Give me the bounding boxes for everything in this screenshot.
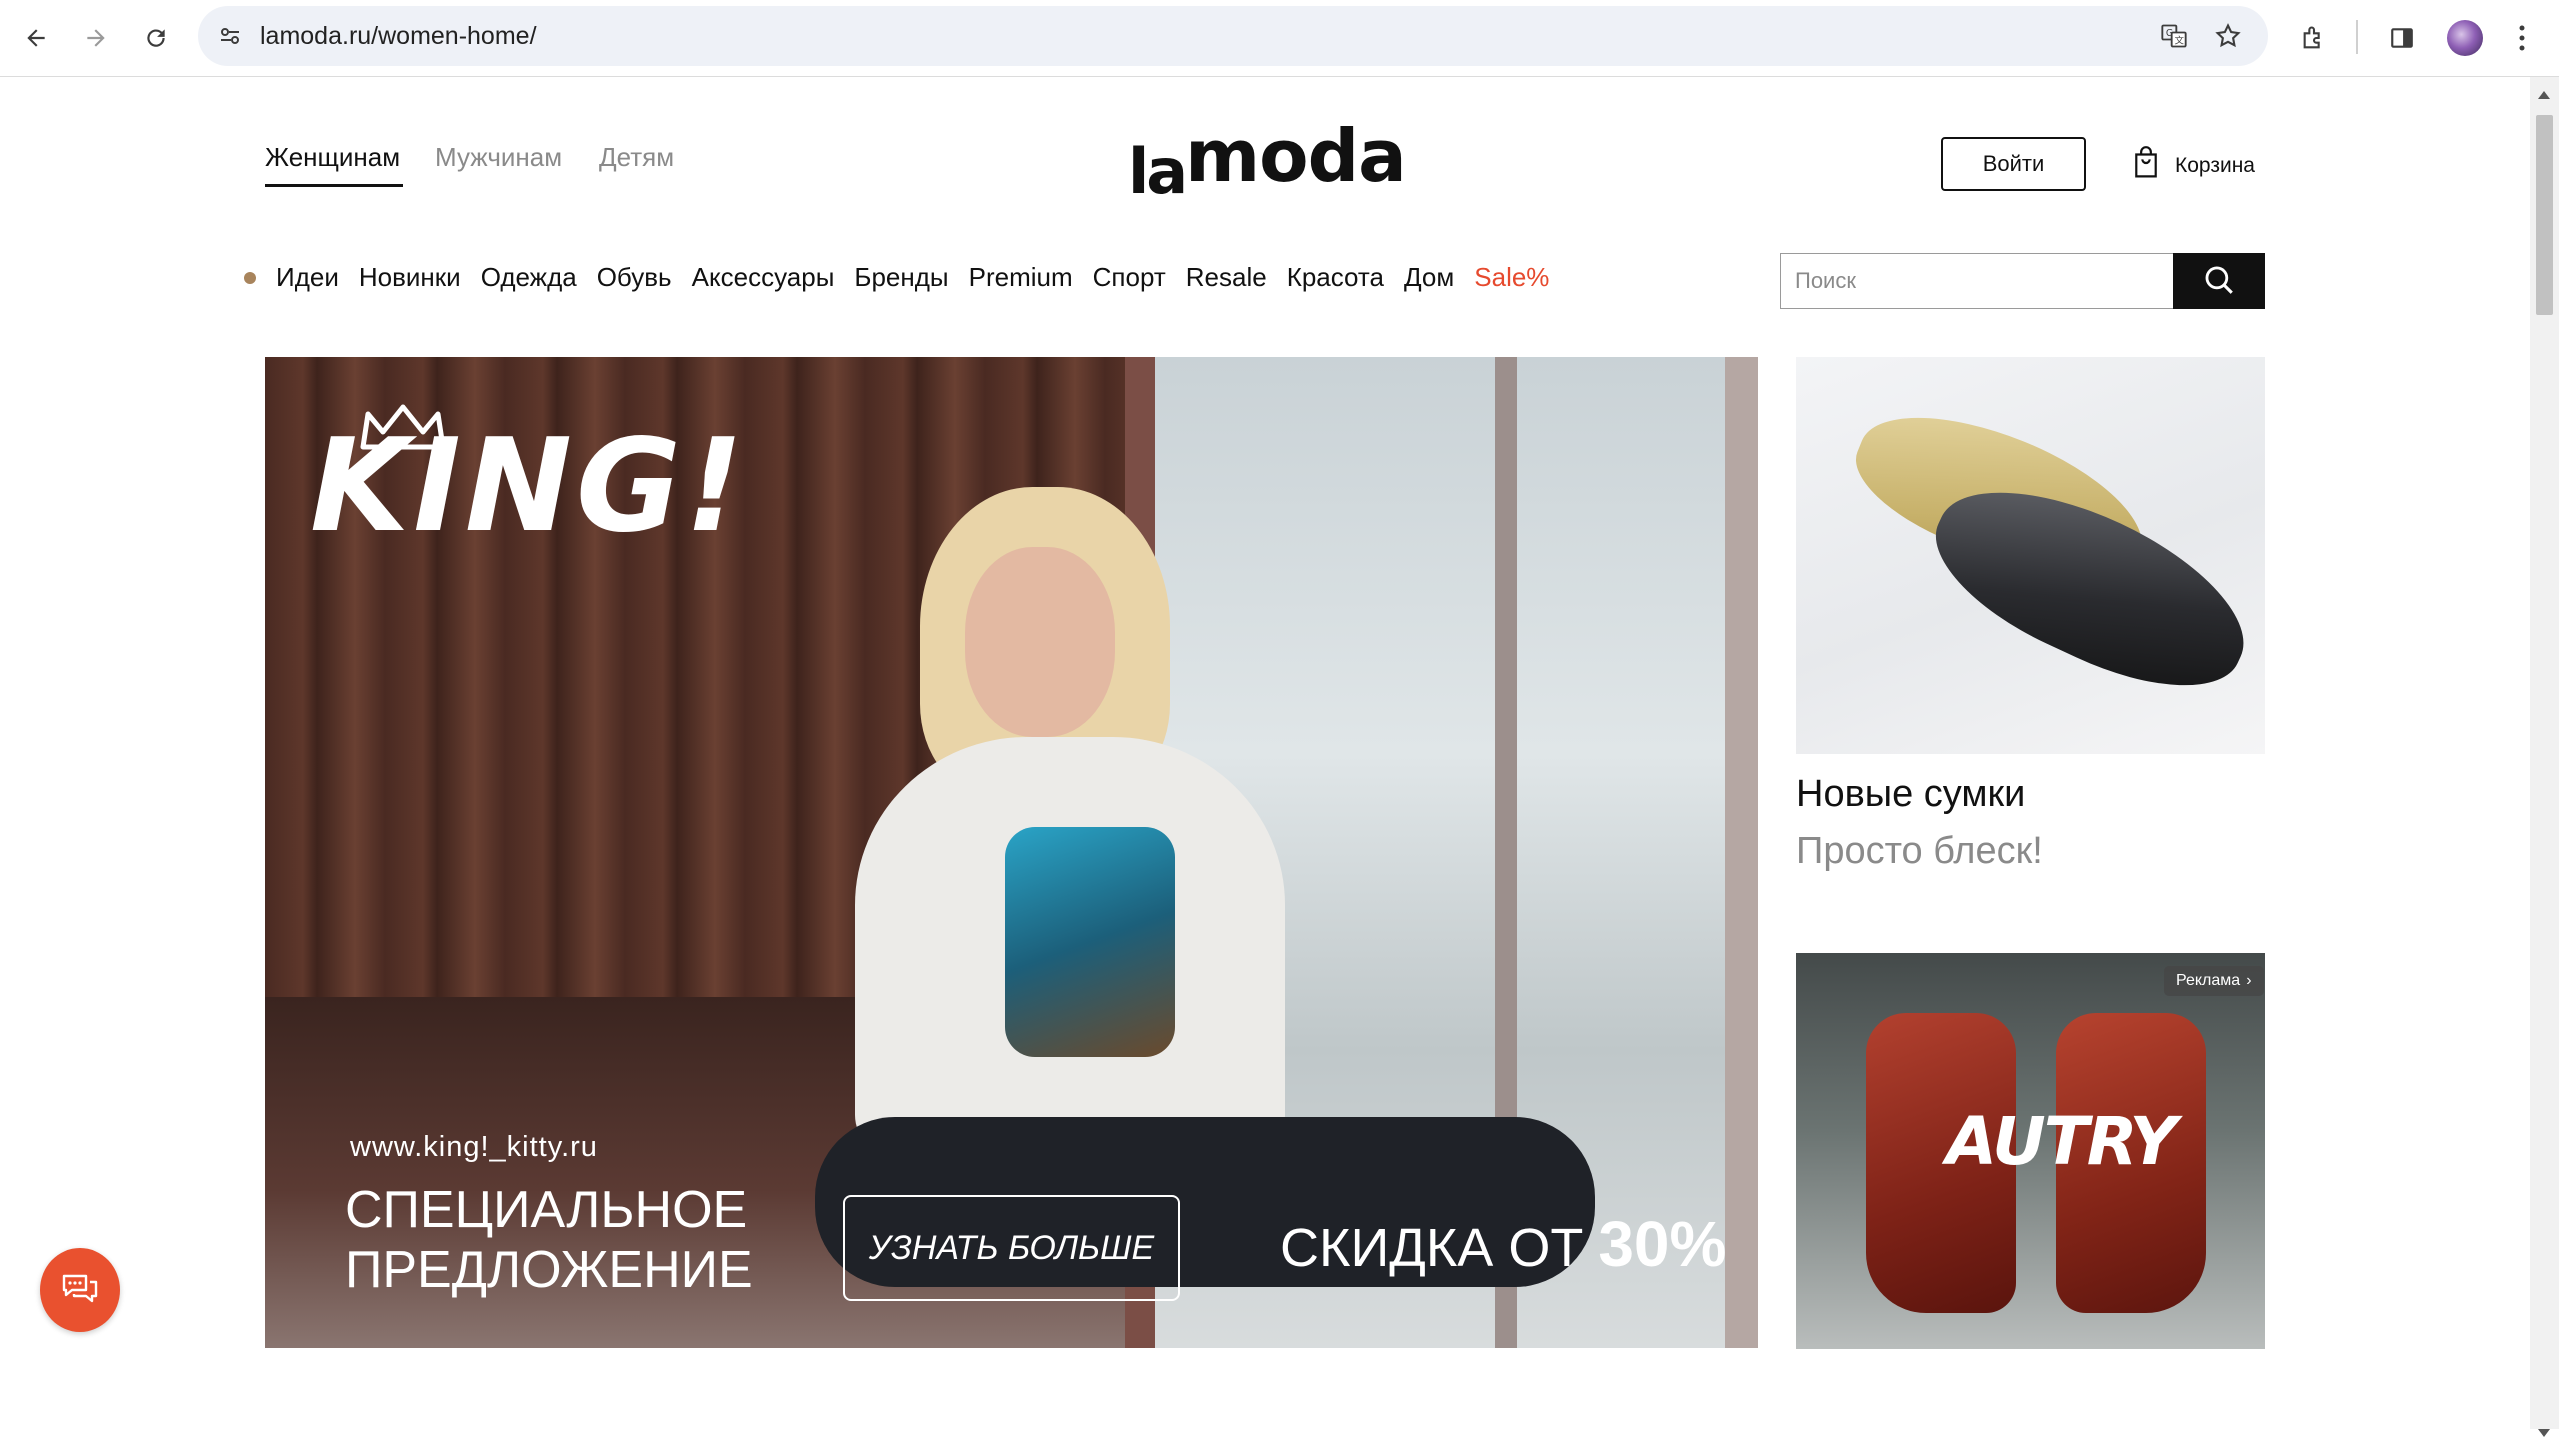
site-settings-icon[interactable] (214, 20, 246, 52)
scroll-thumb[interactable] (2536, 115, 2553, 315)
bags-promo-subtitle: Просто блеск! (1796, 830, 2043, 872)
model-face (965, 547, 1115, 737)
browser-toolbar: lamoda.ru/women-home/ G文 (0, 0, 2559, 77)
tab-men[interactable]: Мужчинам (435, 142, 562, 173)
ad-label[interactable]: Реклама › (2164, 966, 2264, 996)
menu-item-shoes[interactable]: Обувь (597, 262, 672, 293)
search-button[interactable] (2173, 253, 2265, 309)
tab-kids[interactable]: Детям (599, 142, 674, 173)
menu-item-clothes[interactable]: Одежда (481, 262, 577, 293)
profile-avatar[interactable] (2447, 20, 2483, 56)
menu-item-ideas[interactable]: Идеи (276, 262, 339, 293)
hero-banner[interactable]: KING! www.king!_kitty.ru СПЕЦИАЛЬНОЕ ПРЕ… (265, 357, 1758, 1348)
star-icon[interactable] (2212, 20, 2244, 52)
hero-offer-line2: ПРЕДЛОЖЕНИЕ (345, 1241, 753, 1299)
cart-icon (2131, 146, 2161, 186)
chat-icon (60, 1270, 100, 1311)
ad-label-text: Реклама (2176, 972, 2241, 989)
forward-arrow-icon[interactable] (76, 18, 116, 58)
hero-discount: СКИДКА ОТ 30% (1280, 1207, 1726, 1281)
lamoda-logo[interactable]: lamoda (1128, 114, 1407, 208)
hero-window-frame (1725, 357, 1758, 1348)
menu-item-premium[interactable]: Premium (969, 262, 1073, 293)
menu-item-home[interactable]: Дом (1404, 262, 1454, 293)
menu-item-brands[interactable]: Бренды (854, 262, 948, 293)
menu-item-new[interactable]: Новинки (359, 262, 461, 293)
scroll-down-icon[interactable] (2538, 1429, 2550, 1437)
menu-dots-icon[interactable] (2502, 18, 2542, 58)
category-menu: Идеи Новинки Одежда Обувь Аксессуары Бре… (244, 262, 1549, 293)
chevron-right-icon: › (2246, 972, 2252, 989)
back-arrow-icon[interactable] (16, 18, 56, 58)
hero-discount-prefix: СКИДКА ОТ (1280, 1218, 1584, 1278)
toolbar-divider (2356, 20, 2358, 54)
hero-offer-line1: СПЕЦИАЛЬНОЕ (345, 1181, 748, 1239)
hero-offer: СПЕЦИАЛЬНОЕ ПРЕДЛОЖЕНИЕ (345, 1180, 753, 1300)
chat-button[interactable] (40, 1248, 120, 1332)
translate-icon[interactable]: G文 (2158, 20, 2190, 52)
bags-promo-image[interactable] (1796, 357, 2265, 754)
tshirt-print (1005, 827, 1175, 1057)
address-bar[interactable]: lamoda.ru/women-home/ G文 (198, 6, 2268, 66)
ideas-dot-icon (244, 271, 256, 284)
hero-url: www.king!_kitty.ru (350, 1131, 598, 1163)
menu-item-accessories[interactable]: Аксессуары (692, 262, 835, 293)
hero-discount-value: 30% (1598, 1208, 1727, 1280)
cart-link[interactable]: Корзина (2131, 146, 2255, 186)
url-text: lamoda.ru/women-home/ (260, 22, 537, 50)
hero-brand-logo: KING! (310, 404, 747, 561)
side-panel-icon[interactable] (2382, 18, 2422, 58)
menu-item-sale[interactable]: Sale% (1474, 262, 1549, 293)
bags-promo-title[interactable]: Новые сумки (1796, 773, 2025, 816)
learn-more-button[interactable]: УЗНАТЬ БОЛЬШЕ (843, 1195, 1180, 1301)
active-tab-underline (265, 184, 403, 187)
cart-label: Корзина (2175, 154, 2255, 177)
reload-icon[interactable] (136, 18, 176, 58)
crown-icon (360, 404, 446, 450)
menu-item-beauty[interactable]: Красота (1287, 262, 1384, 293)
login-button[interactable]: Войти (1941, 137, 2086, 191)
menu-item-resale[interactable]: Resale (1186, 262, 1267, 293)
tab-women[interactable]: Женщинам (265, 142, 400, 173)
logo-la: la (1128, 135, 1188, 208)
search-icon (2202, 263, 2236, 300)
svg-text:文: 文 (2175, 35, 2184, 47)
extensions-icon[interactable] (2294, 18, 2334, 58)
scroll-up-icon[interactable] (2538, 91, 2550, 99)
search-input[interactable] (1793, 267, 2147, 295)
page-scrollbar[interactable] (2530, 77, 2559, 1437)
autry-ad-image[interactable]: AUTRY Реклама › (1796, 953, 2265, 1349)
autry-logo: AUTRY (1946, 1103, 2177, 1180)
logo-moda: moda (1185, 114, 1407, 198)
menu-item-sport[interactable]: Спорт (1093, 262, 1166, 293)
